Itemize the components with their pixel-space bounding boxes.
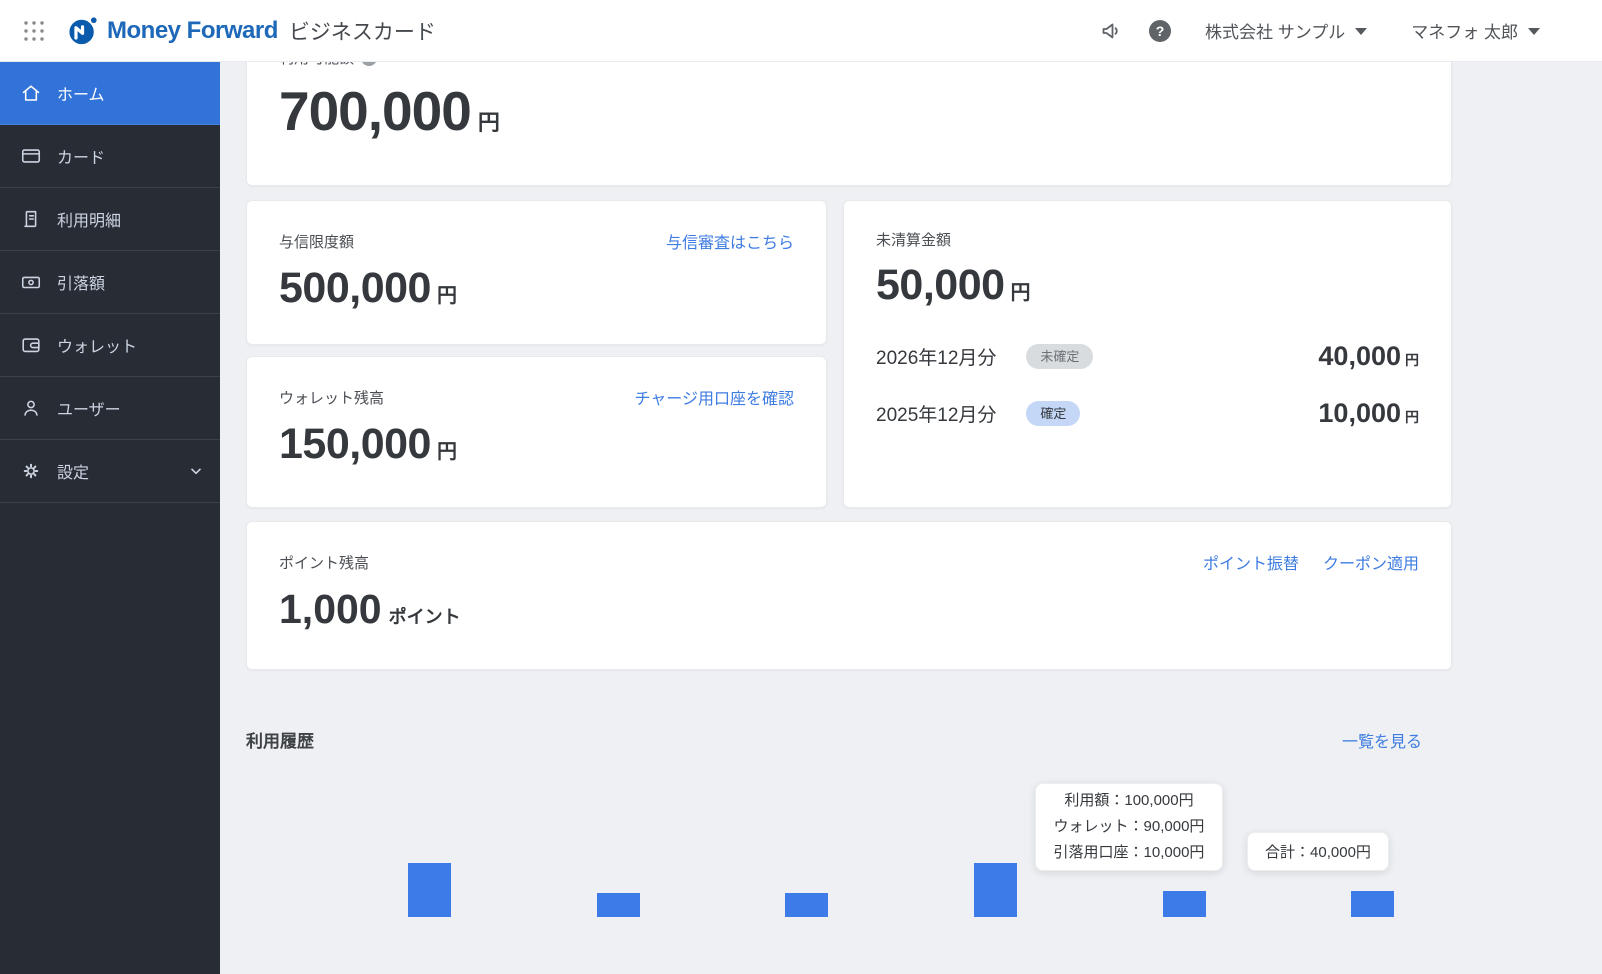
- company-name: 株式会社 サンプル: [1205, 23, 1346, 42]
- points-balance-label: ポイント残高: [279, 554, 370, 572]
- points-balance-card: ポイント残高 ポイント振替 クーポン適用 1,000 ポイント: [246, 521, 1452, 670]
- wallet-balance-label: ウォレット残高: [279, 389, 385, 407]
- usage-history-chart: 利用額：100,000円 ウォレット：90,000円 引落用口座：10,000円…: [246, 752, 1452, 917]
- megaphone-icon[interactable]: [1099, 19, 1123, 43]
- statement-icon: [20, 208, 42, 230]
- sidebar-item-label: 利用明細: [57, 213, 122, 230]
- sidebar-item-users[interactable]: ユーザー: [0, 377, 220, 440]
- sidebar-item-home[interactable]: ホーム: [0, 62, 220, 125]
- chart-tooltip-total: 合計：40,000円: [1247, 832, 1389, 871]
- credit-limit-card: 与信限度額 与信審査はこちら 500,000 円: [246, 200, 827, 345]
- sidebar-nav: ホーム カード 利用明細 引落額 ウォレット ユーザー 設定: [0, 62, 220, 974]
- unsettled-row-amount: 10,000: [1318, 398, 1401, 428]
- wallet-balance-unit: 円: [436, 441, 457, 463]
- points-balance-value: 1,000: [279, 586, 382, 632]
- sidebar-item-label: ウォレット: [57, 339, 138, 356]
- app-header: Money Forward ビジネスカード ? 株式会社 サンプル マネフォ 太…: [0, 0, 1602, 62]
- unsettled-row-unit: 円: [1405, 409, 1419, 425]
- credit-limit-unit: 円: [436, 285, 457, 307]
- usage-bar[interactable]: [1163, 891, 1206, 917]
- main-content: 利用可能額 ? 700,000円 与信限度額 与信審査はこちら 500,000円: [220, 0, 1602, 917]
- usage-bar[interactable]: [1351, 891, 1394, 917]
- points-transfer-link[interactable]: ポイント振替: [1203, 550, 1299, 574]
- usage-bar[interactable]: [785, 893, 828, 917]
- sidebar-item-settings[interactable]: 設定: [0, 440, 220, 503]
- apps-grid-icon[interactable]: [22, 19, 46, 43]
- credit-limit-label: 与信限度額: [279, 233, 355, 251]
- unsettled-amount-label: 未清算金額: [876, 232, 952, 249]
- company-selector[interactable]: 株式会社 サンプル: [1205, 18, 1368, 43]
- sidebar-item-label: ユーザー: [57, 402, 121, 419]
- tooltip-usage-line: 利用額：100,000円: [1064, 792, 1194, 809]
- help-icon[interactable]: ?: [1149, 19, 1172, 42]
- usage-bar[interactable]: [974, 863, 1017, 917]
- unsettled-row-amount: 40,000: [1318, 341, 1401, 371]
- home-icon: [20, 82, 42, 104]
- usage-bar[interactable]: [597, 893, 640, 917]
- user-name: マネフォ 太郎: [1411, 23, 1518, 42]
- coupon-apply-link[interactable]: クーポン適用: [1323, 550, 1419, 574]
- sidebar-item-statements[interactable]: 利用明細: [0, 188, 220, 251]
- wallet-balance-value: 150,000: [279, 420, 431, 468]
- sidebar-item-label: カード: [57, 150, 106, 167]
- credit-limit-value: 500,000: [279, 264, 431, 312]
- sidebar-item-label: 引落額: [57, 276, 106, 293]
- unsettled-row-unit: 円: [1405, 352, 1419, 368]
- gear-icon: [20, 460, 42, 482]
- unsettled-row: 2026年12月分 未確定 40,000 円: [876, 341, 1419, 372]
- chevron-down-icon: [191, 468, 201, 475]
- card-icon: [20, 145, 42, 167]
- usage-bar[interactable]: [408, 863, 451, 917]
- sidebar-item-wallet[interactable]: ウォレット: [0, 314, 220, 377]
- unsettled-period: 2026年12月分: [876, 348, 997, 369]
- charge-account-link[interactable]: チャージ用口座を確認: [634, 385, 794, 409]
- caret-down-icon: [1355, 28, 1368, 35]
- unsettled-amount-value: 50,000: [876, 261, 1005, 309]
- debit-icon: [20, 271, 42, 293]
- tooltip-total-line: 合計：40,000円: [1265, 844, 1371, 861]
- brand-logo[interactable]: Money Forward ビジネスカード: [68, 16, 436, 46]
- user-icon: [20, 397, 42, 419]
- unsettled-amount-card: 未清算金額 50,000 円 2026年12月分 未確定 40,000 円 2025…: [843, 200, 1452, 508]
- sidebar-item-label: ホーム: [57, 87, 105, 104]
- view-all-link[interactable]: 一覧を見る: [1342, 728, 1422, 752]
- tooltip-wallet-line: ウォレット：90,000円: [1053, 818, 1205, 835]
- sidebar-item-cards[interactable]: カード: [0, 125, 220, 188]
- unsettled-amount-unit: 円: [1010, 282, 1031, 304]
- sidebar-item-debits[interactable]: 引落額: [0, 251, 220, 314]
- chart-tooltip-breakdown: 利用額：100,000円 ウォレット：90,000円 引落用口座：10,000円: [1035, 783, 1223, 871]
- credit-review-link[interactable]: 与信審査はこちら: [666, 229, 794, 253]
- wallet-icon: [20, 334, 42, 356]
- moneyforward-logo-icon: [69, 16, 97, 44]
- available-amount-unit: 円: [477, 110, 500, 135]
- usage-history-title: 利用履歴: [246, 732, 314, 751]
- tooltip-debit-line: 引落用口座：10,000円: [1053, 844, 1205, 861]
- status-badge-fixed: 確定: [1026, 401, 1081, 426]
- wallet-balance-card: ウォレット残高 チャージ用口座を確認 150,000 円: [246, 356, 827, 508]
- unsettled-row: 2025年12月分 確定 10,000 円: [876, 398, 1419, 429]
- brand-name: Money Forward: [107, 16, 278, 44]
- available-amount-value: 700,000: [279, 80, 472, 142]
- sidebar-item-label: 設定: [57, 465, 90, 482]
- brand-product: ビジネスカード: [288, 20, 436, 44]
- caret-down-icon: [1528, 28, 1540, 35]
- user-selector[interactable]: マネフォ 太郎: [1411, 18, 1540, 43]
- status-badge-pending: 未確定: [1026, 344, 1094, 369]
- points-balance-unit: ポイント: [388, 607, 461, 627]
- unsettled-period: 2025年12月分: [876, 405, 997, 426]
